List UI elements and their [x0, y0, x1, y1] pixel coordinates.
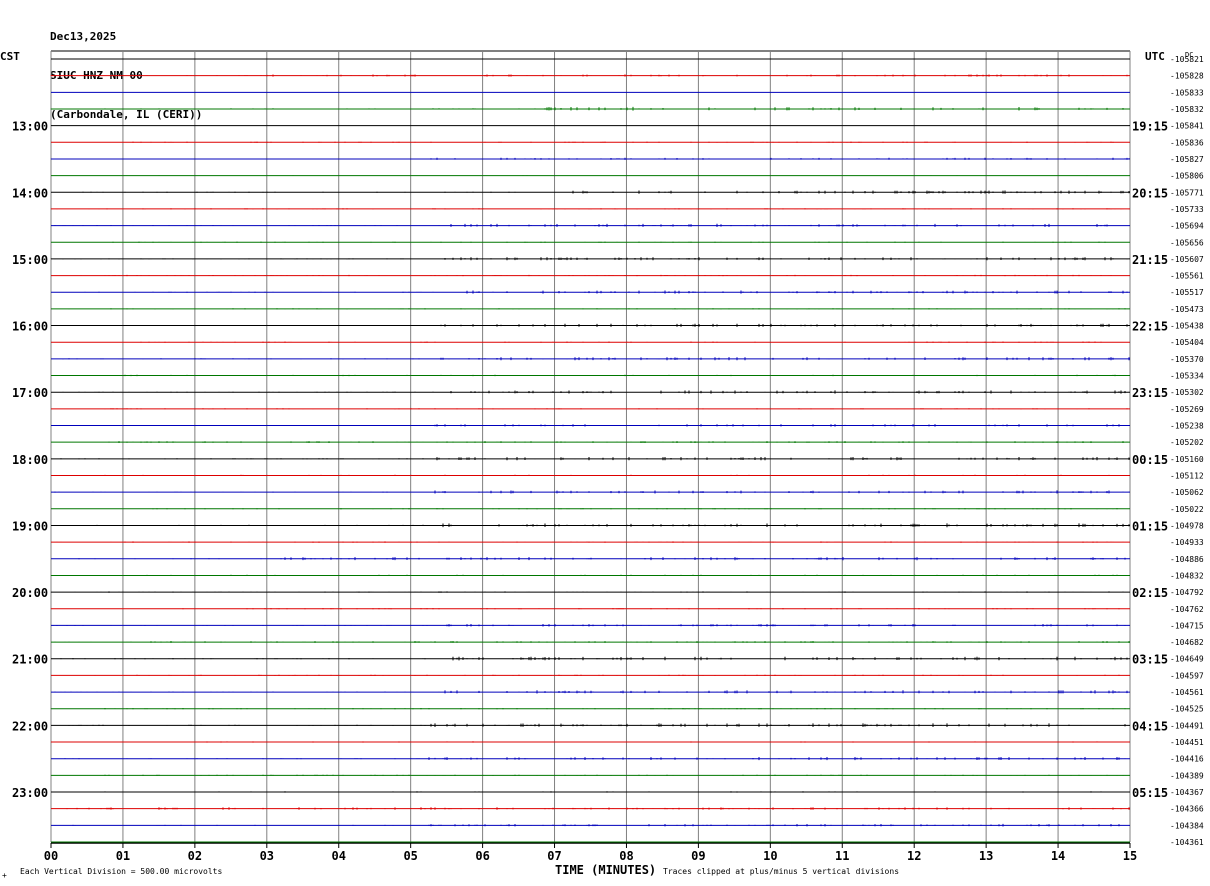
dc-offset-label: -105841: [1170, 122, 1204, 131]
x-tick-label: 03: [260, 849, 274, 863]
right-hour-label: 21:15: [1132, 253, 1168, 267]
dc-offset-label: -105404: [1170, 338, 1204, 347]
x-tick-label: 06: [475, 849, 489, 863]
dc-offset-label: -105828: [1170, 72, 1204, 81]
dc-offset-label: -104416: [1170, 755, 1204, 764]
dc-offset-label: -104978: [1170, 521, 1204, 530]
left-hour-label: 23:00: [12, 786, 48, 800]
left-hour-label: 21:00: [12, 653, 48, 667]
left-hour-label: 20:00: [12, 586, 48, 600]
axis-labels: -105821-105828-105833-105832-105841-1058…: [0, 50, 1204, 880]
right-hour-label: 22:15: [1132, 320, 1168, 334]
scale-note: Each Vertical Division = 500.00 microvol…: [20, 867, 222, 876]
left-hour-label: 22:00: [12, 719, 48, 733]
dc-offset-label: -105832: [1170, 105, 1204, 114]
x-tick-label: 01: [116, 849, 130, 863]
x-axis-title: TIME (MINUTES): [555, 863, 656, 877]
dc-offset-label: -105334: [1170, 372, 1204, 381]
dc-offset-label: -104649: [1170, 655, 1204, 664]
left-hour-label: 13:00: [12, 120, 48, 134]
right-hour-label: 03:15: [1132, 653, 1168, 667]
dc-offset-label: -104792: [1170, 588, 1204, 597]
right-timezone-label: UTC: [1145, 50, 1165, 63]
dc-offset-label: -105370: [1170, 355, 1204, 364]
dc-offset-label: -104366: [1170, 805, 1204, 814]
dc-offset-label: -105022: [1170, 505, 1204, 514]
right-hour-label: 20:15: [1132, 186, 1168, 200]
right-hour-label: 05:15: [1132, 786, 1168, 800]
dc-offset-label: -104762: [1170, 605, 1204, 614]
dc-offset-label: -104525: [1170, 705, 1204, 714]
dc-offset-label: -105269: [1170, 405, 1204, 414]
dc-offset-label: -104491: [1170, 721, 1204, 730]
x-tick-label: 02: [188, 849, 202, 863]
dc-offset-label: -105473: [1170, 305, 1204, 314]
left-hour-label: 16:00: [12, 320, 48, 334]
clip-note: Traces clipped at plus/minus 5 vertical …: [663, 867, 899, 876]
dc-offset-label: -104597: [1170, 671, 1204, 680]
right-hour-label: 19:15: [1132, 120, 1168, 134]
x-tick-label: 00: [44, 849, 58, 863]
left-hour-label: 18:00: [12, 453, 48, 467]
dc-offset-label: -105561: [1170, 272, 1204, 281]
x-tick-label: 13: [979, 849, 993, 863]
right-hour-label: 01:15: [1132, 519, 1168, 533]
right-hour-label: 02:15: [1132, 586, 1168, 600]
dc-offset-label: -105694: [1170, 222, 1204, 231]
corner-mark: +: [2, 871, 7, 880]
dc-offset-label: -105062: [1170, 488, 1204, 497]
left-hour-label: 14:00: [12, 186, 48, 200]
dc-offset-label: -105833: [1170, 88, 1204, 97]
dc-offset-label: -105302: [1170, 388, 1204, 397]
x-tick-label: 05: [403, 849, 417, 863]
dc-offset-label: -104384: [1170, 821, 1204, 830]
x-tick-label: 10: [763, 849, 777, 863]
x-tick-label: 15: [1123, 849, 1137, 863]
dc-offset-label: -104682: [1170, 638, 1204, 647]
x-tick-label: 07: [547, 849, 561, 863]
right-hour-label: 04:15: [1132, 719, 1168, 733]
dc-offset-label: -104933: [1170, 538, 1204, 547]
dc-label: DC: [1185, 51, 1193, 59]
dc-offset-label: -104389: [1170, 771, 1204, 780]
left-hour-label: 17:00: [12, 386, 48, 400]
dc-offset-label: -105238: [1170, 422, 1204, 431]
dc-offset-label: -105656: [1170, 238, 1204, 247]
dc-offset-label: -105836: [1170, 138, 1204, 147]
dc-offset-label: -105517: [1170, 288, 1204, 297]
x-tick-label: 08: [619, 849, 633, 863]
helicorder-chart: -105821-105828-105833-105832-105841-1058…: [0, 50, 1204, 880]
dc-offset-label: -105112: [1170, 471, 1204, 480]
x-tick-label: 14: [1051, 849, 1065, 863]
x-tick-label: 11: [835, 849, 849, 863]
left-hour-label: 15:00: [12, 253, 48, 267]
left-timezone-label: CST: [0, 50, 20, 63]
dc-offset-label: -104715: [1170, 621, 1204, 630]
dc-offset-label: -104451: [1170, 738, 1204, 747]
dc-offset-label: -105733: [1170, 205, 1204, 214]
dc-offset-label: -104886: [1170, 555, 1204, 564]
dc-offset-label: -105202: [1170, 438, 1204, 447]
x-tick-label: 04: [332, 849, 346, 863]
dc-offset-label: -105607: [1170, 255, 1204, 264]
dc-offset-label: -105806: [1170, 172, 1204, 181]
x-tick-label: 09: [691, 849, 705, 863]
dc-offset-label: -104832: [1170, 571, 1204, 580]
dc-offset-label: -104367: [1170, 788, 1204, 797]
trace-lines: [50, 58, 1130, 843]
dc-offset-label: -105438: [1170, 322, 1204, 331]
minute-gridlines: [50, 50, 1131, 844]
x-tick-label: 12: [907, 849, 921, 863]
dc-offset-label: -105160: [1170, 455, 1204, 464]
dc-offset-label: -105827: [1170, 155, 1204, 164]
right-hour-label: 00:15: [1132, 453, 1168, 467]
right-hour-label: 23:15: [1132, 386, 1168, 400]
dc-offset-label: -105771: [1170, 188, 1204, 197]
dc-offset-label: -104561: [1170, 688, 1204, 697]
dc-offset-label: -104361: [1170, 838, 1204, 847]
left-hour-label: 19:00: [12, 519, 48, 533]
